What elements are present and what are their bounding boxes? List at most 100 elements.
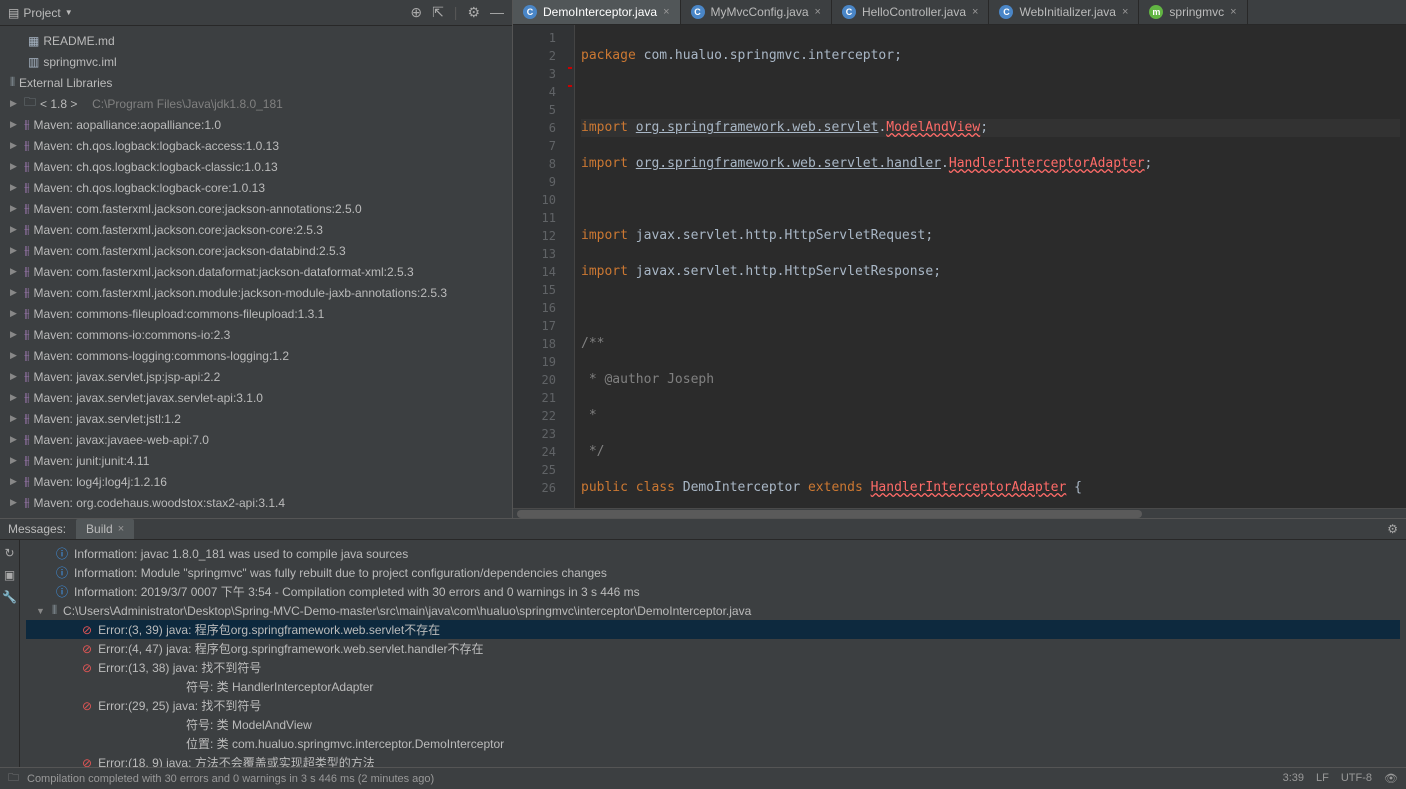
line-number[interactable]: 8 (519, 155, 556, 173)
message-row[interactable]: 位置: 类 com.hualuo.springmvc.interceptor.D… (26, 734, 1400, 753)
stop-icon[interactable]: ▣ (4, 568, 15, 582)
editor-tab[interactable]: CHelloController.java× (832, 0, 990, 24)
divider-icon: | (454, 4, 458, 21)
line-number[interactable]: 16 (519, 299, 556, 317)
library-entry[interactable]: ▶⫵Maven: junit:junit:4.11 (0, 450, 512, 471)
library-entry[interactable]: ▶⫵Maven: commons-fileupload:commons-file… (0, 303, 512, 324)
line-number[interactable]: 3 (519, 65, 556, 83)
build-tab[interactable]: Build× (76, 519, 134, 539)
line-number[interactable]: 17 (519, 317, 556, 335)
external-libraries[interactable]: ⫴External Libraries (0, 72, 512, 93)
message-row[interactable]: ⊘Error:(4, 47) java: 程序包org.springframew… (26, 639, 1400, 658)
line-number[interactable]: 23 (519, 425, 556, 443)
error-icon: ⊘ (82, 642, 92, 656)
library-entry[interactable]: ▶⫵Maven: ch.qos.logback:logback-access:1… (0, 135, 512, 156)
line-number[interactable]: 20 (519, 371, 556, 389)
tree-file[interactable]: ▥springmvc.iml (0, 51, 512, 72)
editor-body[interactable]: 1234567891011121314151617181920212223242… (513, 25, 1406, 508)
editor-tab[interactable]: CWebInitializer.java× (989, 0, 1139, 24)
target-icon[interactable]: ⊕ (410, 4, 422, 21)
library-entry[interactable]: ▶⫵Maven: commons-logging:commons-logging… (0, 345, 512, 366)
collapse-icon[interactable]: ⇱ (432, 4, 444, 21)
library-entry[interactable]: ▶⫵Maven: ch.qos.logback:logback-classic:… (0, 156, 512, 177)
library-entry[interactable]: ▶⫵Maven: aopalliance:aopalliance:1.0 (0, 114, 512, 135)
library-entry[interactable]: ▶⫵Maven: org.hamcrest:hamcrest-core:1.3 (0, 513, 512, 518)
line-number[interactable]: 7 (519, 137, 556, 155)
library-entry[interactable]: ▶⫵Maven: com.fasterxml.jackson.core:jack… (0, 219, 512, 240)
tree-file[interactable]: ▦README.md (0, 30, 512, 51)
library-entry[interactable]: ▶⫵Maven: log4j:log4j:1.2.16 (0, 471, 512, 492)
library-entry[interactable]: ▶⫵Maven: javax.servlet:jstl:1.2 (0, 408, 512, 429)
messages-tree[interactable]: ⓘInformation: javac 1.8.0_181 was used t… (20, 540, 1406, 776)
library-entry[interactable]: ▶⫵Maven: com.fasterxml.jackson.core:jack… (0, 240, 512, 261)
editor-tab[interactable]: mspringmvc× (1139, 0, 1247, 24)
error-icon: ⊘ (82, 699, 92, 713)
close-icon[interactable]: × (1230, 6, 1236, 18)
line-number[interactable]: 10 (519, 191, 556, 209)
gear-icon[interactable]: ⚙ (467, 4, 480, 21)
line-number[interactable]: 1 (519, 29, 556, 47)
message-row[interactable]: ⊘Error:(13, 38) java: 找不到符号 (26, 658, 1400, 677)
line-number[interactable]: 2 (519, 47, 556, 65)
message-row[interactable]: ⓘInformation: Module "springmvc" was ful… (26, 563, 1400, 582)
code-area[interactable]: package com.hualuo.springmvc.interceptor… (575, 25, 1406, 508)
editor-tab[interactable]: CDemoInterceptor.java× (513, 0, 681, 24)
close-icon[interactable]: × (1122, 6, 1128, 18)
encoding[interactable]: UTF-8 (1341, 772, 1372, 785)
line-number[interactable]: 24 (519, 443, 556, 461)
library-entry[interactable]: ▶⫵Maven: com.fasterxml.jackson.module:ja… (0, 282, 512, 303)
library-entry[interactable]: ▶⫵Maven: com.fasterxml.jackson.dataforma… (0, 261, 512, 282)
editor-tab[interactable]: CMyMvcConfig.java× (681, 0, 832, 24)
line-number[interactable]: 4 (519, 83, 556, 101)
line-separator[interactable]: LF (1316, 772, 1329, 785)
project-title[interactable]: ▤ Project ▼ (8, 6, 410, 20)
library-entry[interactable]: ▶⫵Maven: javax:javaee-web-api:7.0 (0, 429, 512, 450)
line-number[interactable]: 18 (519, 335, 556, 353)
rerun-icon[interactable]: ↻ (4, 546, 14, 560)
library-entry[interactable]: ▶⫵Maven: ch.qos.logback:logback-core:1.0… (0, 177, 512, 198)
messages-panel: Messages: Build× ⚙ ↻ ▣ 🔧 ⓘInformation: j… (0, 518, 1406, 772)
arrow-icon: ▶ (10, 476, 20, 487)
close-icon[interactable]: × (118, 523, 124, 535)
message-row[interactable]: ⊘Error:(3, 39) java: 程序包org.springframew… (26, 620, 1400, 639)
message-row[interactable]: 符号: 类 ModelAndView (26, 715, 1400, 734)
message-row[interactable]: ⊘Error:(29, 25) java: 找不到符号 (26, 696, 1400, 715)
library-entry[interactable]: ▶⫵Maven: javax.servlet.jsp:jsp-api:2.2 (0, 366, 512, 387)
line-number[interactable]: 19 (519, 353, 556, 371)
line-number[interactable]: 13 (519, 245, 556, 263)
library-entry[interactable]: ▶⫵Maven: com.fasterxml.jackson.core:jack… (0, 198, 512, 219)
horizontal-scrollbar[interactable] (513, 508, 1406, 518)
inspector-icon[interactable]: 👁 (1384, 772, 1398, 785)
scroll-thumb[interactable] (517, 510, 1142, 518)
close-icon[interactable]: × (815, 6, 821, 18)
line-number[interactable]: 25 (519, 461, 556, 479)
wrench-icon[interactable]: 🔧 (2, 590, 17, 604)
message-row[interactable]: ⓘInformation: 2019/3/7 0007 下午 3:54 - Co… (26, 582, 1400, 601)
line-number[interactable]: 14 (519, 263, 556, 281)
message-row[interactable]: ▼⫴C:\Users\Administrator\Desktop\Spring-… (26, 601, 1400, 620)
cursor-position[interactable]: 3:39 (1283, 772, 1304, 785)
editor-panel: CDemoInterceptor.java×CMyMvcConfig.java×… (513, 0, 1406, 518)
line-number[interactable]: 11 (519, 209, 556, 227)
line-number[interactable]: 5 (519, 101, 556, 119)
library-entry[interactable]: ▶⫵Maven: javax.servlet:javax.servlet-api… (0, 387, 512, 408)
line-number[interactable]: 21 (519, 389, 556, 407)
library-entry[interactable]: ▶⫵Maven: commons-io:commons-io:2.3 (0, 324, 512, 345)
message-row[interactable]: 符号: 类 HandlerInterceptorAdapter (26, 677, 1400, 696)
project-tree[interactable]: ▦README.md ▥springmvc.iml ⫴External Libr… (0, 26, 512, 518)
library-entry[interactable]: ▶⫵Maven: org.codehaus.woodstox:stax2-api… (0, 492, 512, 513)
line-number[interactable]: 9 (519, 173, 556, 191)
lock-icon[interactable]: 🗀 (8, 769, 19, 788)
close-icon[interactable]: × (663, 6, 669, 18)
library-label: Maven: ch.qos.logback:logback-classic:1.… (34, 160, 278, 174)
message-row[interactable]: ⓘInformation: javac 1.8.0_181 was used t… (26, 544, 1400, 563)
line-number[interactable]: 6 (519, 119, 556, 137)
jdk-entry[interactable]: ▶🗀< 1.8 > C:\Program Files\Java\jdk1.8.0… (0, 93, 512, 114)
hide-icon[interactable]: — (490, 4, 504, 21)
line-number[interactable]: 12 (519, 227, 556, 245)
gear-icon[interactable]: ⚙ (1387, 522, 1398, 536)
close-icon[interactable]: × (972, 6, 978, 18)
line-number[interactable]: 22 (519, 407, 556, 425)
line-number[interactable]: 15 (519, 281, 556, 299)
line-number[interactable]: 26 (519, 479, 556, 497)
